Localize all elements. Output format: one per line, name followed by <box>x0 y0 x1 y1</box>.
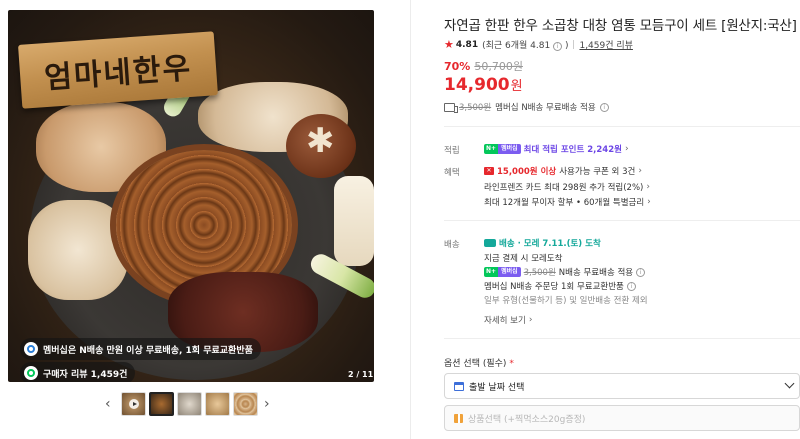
play-icon <box>129 399 139 409</box>
divider <box>444 126 800 127</box>
divider <box>410 0 411 439</box>
wooden-sign: 엄마네한우 <box>18 31 218 109</box>
membership-icon <box>24 342 38 356</box>
details-link-row[interactable]: 자세히 보기 › <box>484 314 532 326</box>
installment-row[interactable]: 최대 12개월 무이자 할부 • 60개월 특별금리 › <box>484 196 651 208</box>
info-icon[interactable]: i <box>636 267 646 277</box>
star-icon: ★ <box>444 38 454 51</box>
product-info-panel: 자연곱 한판 한우 소곱창 대창 염통 모듬구이 세트 [원산지:국산] ★ 4… <box>444 0 800 439</box>
thumbnail-image[interactable] <box>205 392 230 416</box>
card-benefit-row[interactable]: 라인프렌즈 카드 최대 298원 추가 적립(2%) › <box>484 181 650 193</box>
review-badge-text: 구매자 리뷰 1,459건 <box>43 369 128 380</box>
product-option-select-label: 상품선택 (+찍먹소스20g증정) <box>468 414 586 425</box>
exchange-text: 멤버십 N배송 주문당 1회 무료교환반품 <box>484 282 624 292</box>
divider <box>444 220 800 221</box>
rating-row: ★ 4.81 (최근 6개월 4.81 i ) 1,459건 리뷰 <box>444 38 633 51</box>
chevron-right-icon[interactable]: › <box>264 393 270 415</box>
fee-text: N배송 무료배송 적용 <box>558 268 634 278</box>
product-option-select[interactable]: 상품선택 (+찍먹소스20g증정) <box>444 405 800 431</box>
mushroom-star-icon: ✱ <box>306 121 335 161</box>
thumbnail-image[interactable] <box>233 392 258 416</box>
points-text: 최대 적립 포인트 2,242원 <box>523 145 622 155</box>
review-badge[interactable]: 구매자 리뷰 1,459건 <box>20 362 136 382</box>
exchange-row: 멤버십 N배송 주문당 1회 무료교환반품 i <box>484 280 636 292</box>
price-unit: 원 <box>510 79 523 94</box>
info-icon[interactable]: i <box>599 102 609 112</box>
info-icon[interactable]: i <box>553 42 563 51</box>
product-main-image[interactable]: ✱ 엄마네한우 멤버십은 N배송 만원 이상 무료배송, 1회 무료교환반품 구… <box>8 10 374 382</box>
pay-note-row: 지금 결제 시 모레도착 <box>484 252 563 264</box>
chevron-down-icon <box>784 378 795 389</box>
arrival-text: 배송 · 모레 7.11.(토) 도착 <box>499 239 601 249</box>
discount-row: 70% 50,700원 <box>444 58 523 74</box>
departure-date-select[interactable]: 출발 날짜 선택 <box>444 373 800 399</box>
fee-row: N+ 멤버십 3,500원 N배송 무료배송 적용 i <box>484 266 646 278</box>
info-icon[interactable]: i <box>626 281 636 291</box>
price-row: 14,900 원 <box>444 75 523 95</box>
thumbnail-video[interactable] <box>121 392 146 416</box>
original-price: 50,700원 <box>474 60 523 73</box>
sign-text: 엄마네한우 <box>43 50 194 97</box>
shipping-fee-strike: 3,500원 <box>459 103 492 113</box>
departure-date-select-label: 출발 날짜 선택 <box>469 382 525 393</box>
calendar-icon <box>454 381 464 391</box>
shipping-summary: 3,500원 멤버십 N배송 무료배송 적용 i <box>444 101 609 113</box>
exception-row: 일부 유형(선물하기 등) 및 일반배송 전환 제외 <box>484 294 648 306</box>
chevron-right-icon[interactable]: › <box>625 144 629 154</box>
fee-strike: 3,500원 <box>523 268 556 278</box>
delivery-label: 배송 <box>444 240 460 250</box>
sale-price: 14,900 <box>444 75 510 95</box>
option-label: 옵션 선택 (필수) * <box>444 359 514 369</box>
thumbnail-strip <box>121 392 258 416</box>
chevron-right-icon: › <box>528 315 533 325</box>
coupon-row[interactable]: ✕ 15,000원 이상 사용가능 쿠폰 외 3건 › <box>484 165 642 177</box>
product-title: 자연곱 한판 한우 소곱창 대창 염통 모듬구이 세트 [원산지:국산] <box>444 18 797 34</box>
chevron-left-icon[interactable]: ‹ <box>105 393 111 415</box>
rating-detail: (최근 6개월 4.81 i ) <box>482 41 569 51</box>
coupon-text: 사용가능 쿠폰 외 3건 <box>559 167 636 177</box>
membership-badge: 멤버십은 N배송 만원 이상 무료배송, 1회 무료교환반품 <box>20 338 261 360</box>
details-link[interactable]: 자세히 보기 <box>484 314 526 326</box>
npay-membership-badge: N+ 멤버십 <box>484 144 521 154</box>
required-mark: * <box>509 359 514 369</box>
coupon-amount: 15,000원 이상 <box>497 167 557 177</box>
chevron-right-icon: › <box>638 166 642 176</box>
rating-score: 4.81 <box>455 39 479 50</box>
separator <box>573 40 575 49</box>
npay-membership-badge: N+ 멤버십 <box>484 267 521 277</box>
points-label: 적립 <box>444 146 460 156</box>
chevron-right-icon: › <box>646 182 650 192</box>
gift-icon <box>454 413 463 423</box>
food-rice-cake <box>334 176 374 266</box>
points-row: N+ 멤버십 최대 적립 포인트 2,242원 › <box>484 143 629 155</box>
food-tripe <box>28 200 128 300</box>
shipping-text: 멤버십 N배송 무료배송 적용 <box>495 103 596 113</box>
thumbnail-image[interactable] <box>177 392 202 416</box>
image-counter: 2 / 11 <box>348 370 374 379</box>
truck-icon <box>444 102 458 113</box>
membership-badge-text: 멤버십은 N배송 만원 이상 무료배송, 1회 무료교환반품 <box>43 345 253 356</box>
review-count-link[interactable]: 1,459건 리뷰 <box>579 38 632 51</box>
card-benefit-text: 라인프렌즈 카드 최대 298원 추가 적립(2%) <box>484 183 644 193</box>
arrival-row: 배송 · 모레 7.11.(토) 도착 <box>484 237 601 249</box>
installment-text: 최대 12개월 무이자 할부 • 60개월 특별금리 <box>484 198 645 208</box>
coupon-icon: ✕ <box>484 167 494 175</box>
pay-note: 지금 결제 시 모레도착 <box>484 254 563 264</box>
perks-label: 혜택 <box>444 168 460 178</box>
thumbnail-image[interactable] <box>149 392 174 416</box>
chevron-right-icon: › <box>647 197 651 207</box>
discount-rate: 70% <box>444 60 471 73</box>
delivery-truck-icon <box>484 239 496 247</box>
divider <box>444 338 800 339</box>
review-icon <box>24 366 38 380</box>
exception-text: 일부 유형(선물하기 등) 및 일반배송 전환 제외 <box>484 296 648 306</box>
